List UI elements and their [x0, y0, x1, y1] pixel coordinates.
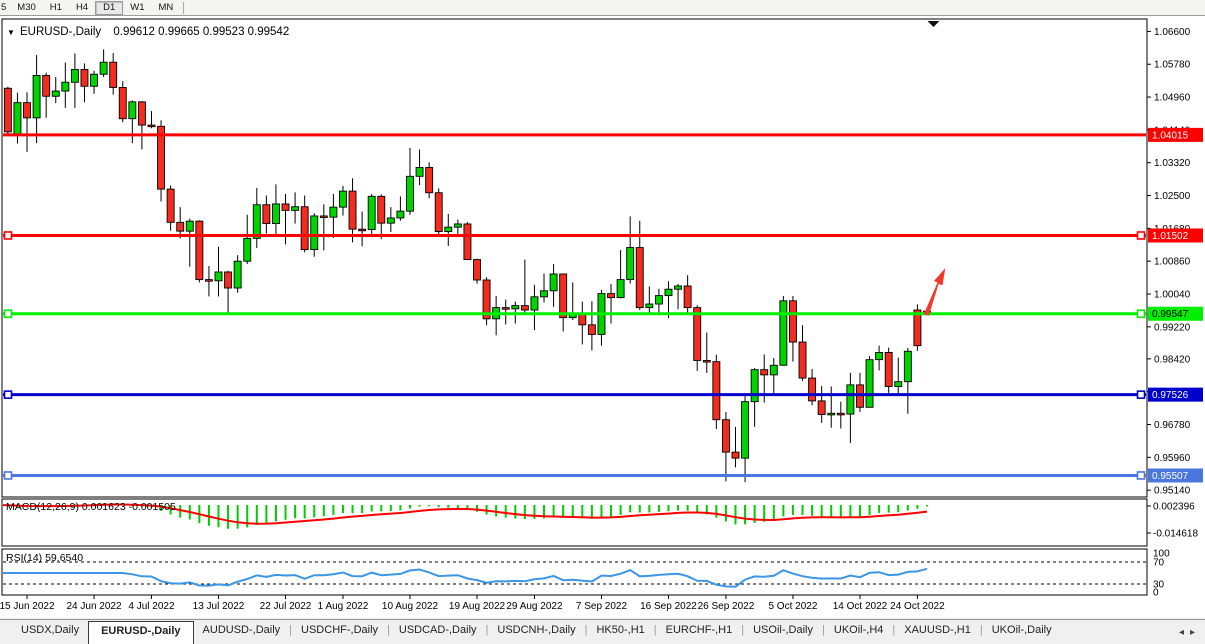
candle	[474, 259, 481, 284]
price-tick-label: 0.99220	[1154, 322, 1191, 333]
chart-tab-usdcnh-daily[interactable]: USDCNH-,Daily	[488, 620, 584, 644]
chart-tab-usdx-daily[interactable]: USDX,Daily	[12, 620, 88, 644]
candle	[885, 348, 892, 393]
date-tick-label: 24 Jun 2022	[67, 601, 122, 612]
chart-tab-xauusd-h1[interactable]: XAUUSD-,H1	[895, 620, 980, 644]
candle	[234, 255, 241, 293]
rsi-axis-label: 70	[1153, 558, 1165, 569]
date-tick-label: 22 Jul 2022	[260, 601, 312, 612]
rsi-label: RSI(14) 59.6540	[6, 552, 83, 564]
chart-window[interactable]: 1.066001.057801.049601.041401.033201.025…	[0, 16, 1205, 618]
candle	[435, 188, 442, 234]
date-tick-label: 24 Oct 2022	[890, 601, 945, 612]
level-price-badge-text: 1.04015	[1152, 130, 1189, 141]
date-tick-label: 16 Sep 2022	[640, 601, 697, 612]
candle	[426, 162, 433, 198]
price-tick-label: 1.00040	[1154, 290, 1191, 301]
date-tick-label: 7 Sep 2022	[576, 601, 628, 612]
price-tick-label: 1.06600	[1154, 27, 1191, 38]
chart-tab-hk50-h1[interactable]: HK50-,H1	[587, 620, 653, 644]
symbol-tabbar: USDX,DailyEURUSD-,DailyAUDUSD-,Daily|USD…	[0, 619, 1205, 644]
timeframe-button-d1[interactable]: D1	[95, 1, 123, 15]
timeframe-toolbar: 5M30H1H4D1W1MN	[0, 0, 1205, 16]
tab-scroll-controls: ◂▸	[1179, 620, 1205, 644]
macd-axis-label: 0.002396	[1153, 502, 1195, 513]
hline-handle[interactable]	[1138, 472, 1145, 479]
date-tick-label: 4 Jul 2022	[128, 601, 175, 612]
timeframe-button-mn[interactable]: MN	[152, 1, 181, 14]
chart-tab-eurchf-h1[interactable]: EURCHF-,H1	[657, 620, 742, 644]
date-tick-label: 5 Oct 2022	[768, 601, 817, 612]
tab-scroll-left-icon[interactable]: ◂	[1179, 627, 1184, 638]
level-price-badge-text: 0.95507	[1152, 471, 1189, 482]
candle	[713, 355, 720, 429]
macd-label: MACD(12,26,9) 0.001623 -0.001505	[6, 501, 176, 513]
symbol-dropdown-icon[interactable]: ▼	[7, 28, 15, 37]
date-tick-label: 29 Aug 2022	[506, 601, 563, 612]
price-tick-label: 1.02500	[1154, 191, 1191, 202]
price-axis: 1.066001.057801.049601.041401.033201.025…	[1147, 27, 1203, 599]
date-tick-label: 10 Aug 2022	[382, 601, 439, 612]
candle	[464, 222, 471, 260]
date-tick-label: 26 Sep 2022	[698, 601, 755, 612]
price-tick-label: 1.04960	[1154, 93, 1191, 104]
price-tick-label: 0.95140	[1154, 486, 1191, 497]
timeframe-button-partial[interactable]: 5	[0, 1, 10, 14]
candle	[914, 304, 921, 350]
chart-tab-eurusd-daily[interactable]: EURUSD-,Daily	[88, 621, 193, 644]
hline-handle[interactable]	[1138, 391, 1145, 398]
chart-tab-ukoil-daily[interactable]: UKOil-,Daily	[983, 620, 1061, 644]
hline-handle[interactable]	[5, 391, 12, 398]
candle	[780, 296, 787, 366]
level-price-badge-text: 0.99547	[1152, 309, 1189, 320]
price-tick-label: 0.98420	[1154, 354, 1191, 365]
rsi-panel-frame	[2, 549, 1147, 595]
hline-handle[interactable]	[1138, 310, 1145, 317]
hline-handle[interactable]	[5, 472, 12, 479]
macd-axis-label: -0.014618	[1153, 529, 1198, 540]
legend-symbol: EURUSD-,Daily	[20, 26, 101, 38]
level-price-badge-text: 1.01502	[1152, 231, 1189, 242]
toolbar-separator	[183, 2, 188, 14]
price-tick-label: 1.00860	[1154, 257, 1191, 268]
candle	[866, 356, 873, 407]
tab-scroll-right-icon[interactable]: ▸	[1190, 627, 1195, 638]
main-panel-frame	[2, 19, 1147, 497]
chart-tab-ukoil-h4[interactable]: UKOil-,H4	[825, 620, 893, 644]
legend-ohlc: 0.99612 0.99665 0.99523 0.99542	[113, 26, 289, 38]
timeframe-button-h4[interactable]: H4	[69, 1, 95, 14]
candle	[196, 220, 203, 282]
price-tick-label: 0.95960	[1154, 453, 1191, 464]
hline-handle[interactable]	[1138, 232, 1145, 239]
date-tick-label: 15 Jun 2022	[0, 601, 55, 612]
date-axis: 15 Jun 2022 24 Jun 2022 4 Jul 2022 13 Jul 2…	[0, 595, 945, 612]
price-tick-label: 0.96780	[1154, 420, 1191, 431]
candle	[368, 194, 375, 235]
date-tick-label: 19 Aug 2022	[449, 601, 506, 612]
timeframe-button-h1[interactable]: H1	[43, 1, 69, 14]
level-price-badge-text: 0.97526	[1152, 390, 1189, 401]
timeframe-button-m30[interactable]: M30	[10, 1, 42, 14]
candle	[483, 277, 490, 325]
date-tick-label: 13 Jul 2022	[193, 601, 245, 612]
candle	[158, 120, 165, 201]
price-tick-label: 1.05780	[1154, 60, 1191, 71]
chart-tab-usoil-daily[interactable]: USOil-,Daily	[744, 620, 822, 644]
hline-handle[interactable]	[5, 232, 12, 239]
chart-tab-usdchf-daily[interactable]: USDCHF-,Daily	[292, 620, 387, 644]
rsi-axis-label: 0	[1153, 588, 1159, 599]
date-tick-label: 1 Aug 2022	[318, 601, 369, 612]
chart-tab-audusd-daily[interactable]: AUDUSD-,Daily	[194, 620, 290, 644]
candle	[4, 87, 11, 136]
chart-legend: EURUSD-,Daily 0.99612 0.99665 0.99523 0.…	[20, 26, 289, 38]
candle	[119, 81, 126, 122]
price-chart[interactable]: 1.066001.057801.049601.041401.033201.025…	[0, 16, 1205, 618]
timeframe-button-w1[interactable]: W1	[123, 1, 151, 14]
hline-handle[interactable]	[5, 310, 12, 317]
date-tick-label: 14 Oct 2022	[833, 601, 888, 612]
price-tick-label: 1.03320	[1154, 158, 1191, 169]
chart-tab-usdcad-daily[interactable]: USDCAD-,Daily	[390, 620, 486, 644]
